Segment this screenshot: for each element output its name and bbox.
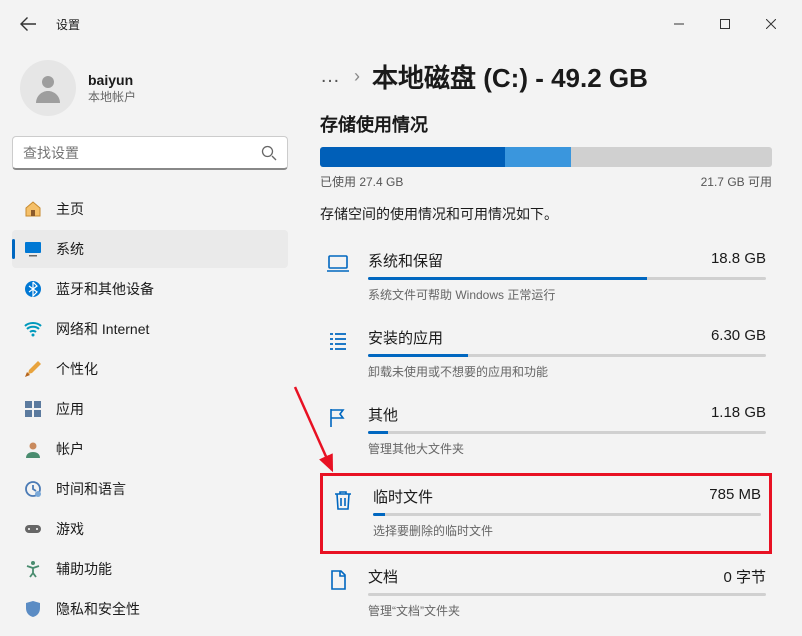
window-buttons bbox=[656, 8, 794, 40]
person-icon bbox=[30, 70, 66, 106]
sidebar-item-label: 帐户 bbox=[56, 439, 84, 459]
storage-list: 系统和保留 18.8 GB 系统文件可帮助 Windows 正常运行 安装的应用 6… bbox=[320, 240, 772, 636]
search-input[interactable] bbox=[23, 145, 261, 161]
storage-item-system[interactable]: 系统和保留 18.8 GB 系统文件可帮助 Windows 正常运行 bbox=[320, 240, 772, 317]
sidebar-item-gaming[interactable]: 游戏 bbox=[12, 510, 288, 548]
sidebar-item-network[interactable]: 网络和 Internet bbox=[12, 310, 288, 348]
apps-icon bbox=[24, 400, 42, 418]
usage-segment-other bbox=[505, 147, 571, 167]
back-button[interactable] bbox=[8, 4, 48, 44]
sidebar-item-label: 网络和 Internet bbox=[56, 319, 149, 339]
minimize-icon bbox=[674, 19, 684, 29]
sidebar-item-system[interactable]: 系统 bbox=[12, 230, 288, 268]
account-icon bbox=[24, 440, 42, 458]
storage-item-documents[interactable]: 文档 0 字节 管理“文档”文件夹 bbox=[320, 556, 772, 633]
storage-sub: 管理其他大文件夹 bbox=[368, 440, 766, 457]
highlight-box: 临时文件 785 MB 选择要删除的临时文件 bbox=[320, 473, 772, 554]
close-button[interactable] bbox=[748, 8, 794, 40]
storage-bar bbox=[368, 354, 766, 357]
titlebar: 设置 bbox=[0, 0, 802, 48]
sidebar-item-bluetooth[interactable]: 蓝牙和其他设备 bbox=[12, 270, 288, 308]
storage-usage-bar bbox=[320, 147, 772, 167]
bluetooth-icon bbox=[24, 280, 42, 298]
sidebar-item-label: 时间和语言 bbox=[56, 479, 126, 499]
laptop-icon bbox=[326, 252, 350, 276]
storage-sub: 选择要删除的临时文件 bbox=[373, 522, 761, 539]
storage-label: 安装的应用 bbox=[368, 327, 443, 348]
storage-size: 6.30 GB bbox=[711, 327, 766, 348]
storage-item-other[interactable]: 其他 1.18 GB 管理其他大文件夹 bbox=[320, 394, 772, 471]
back-arrow-icon bbox=[20, 16, 36, 32]
username: baiyun bbox=[88, 72, 136, 88]
section-heading: 存储使用情况 bbox=[320, 111, 772, 137]
storage-item-apps[interactable]: 安装的应用 6.30 GB 卸载未使用或不想要的应用和功能 bbox=[320, 317, 772, 394]
sidebar-item-time[interactable]: 时间和语言 bbox=[12, 470, 288, 508]
sidebar-item-home[interactable]: 主页 bbox=[12, 190, 288, 228]
sidebar-item-personalize[interactable]: 个性化 bbox=[12, 350, 288, 388]
minimize-button[interactable] bbox=[656, 8, 702, 40]
used-label: 已使用 27.4 GB bbox=[320, 173, 403, 190]
sidebar: baiyun 本地帐户 主页 系统 蓝牙和其他设备 网络和 Inte bbox=[0, 48, 300, 636]
storage-size: 1.18 GB bbox=[711, 404, 766, 425]
storage-bar bbox=[368, 277, 766, 280]
search-box[interactable] bbox=[12, 136, 288, 170]
storage-sub: 管理“文档”文件夹 bbox=[368, 602, 766, 619]
user-subtitle: 本地帐户 bbox=[88, 88, 136, 105]
storage-sub: 卸载未使用或不想要的应用和功能 bbox=[368, 363, 766, 380]
sidebar-item-accessibility[interactable]: 辅助功能 bbox=[12, 550, 288, 588]
shield-icon bbox=[24, 600, 42, 618]
storage-bar bbox=[368, 431, 766, 434]
storage-bar bbox=[373, 513, 761, 516]
system-icon bbox=[24, 240, 42, 258]
profile-block[interactable]: baiyun 本地帐户 bbox=[12, 48, 288, 136]
search-icon bbox=[261, 145, 277, 161]
maximize-icon bbox=[720, 19, 730, 29]
storage-sub: 系统文件可帮助 Windows 正常运行 bbox=[368, 286, 766, 303]
free-label: 21.7 GB 可用 bbox=[701, 173, 772, 190]
flag-icon bbox=[326, 406, 350, 430]
storage-label: 其他 bbox=[368, 404, 398, 425]
sidebar-item-privacy[interactable]: 隐私和安全性 bbox=[12, 590, 288, 628]
storage-size: 18.8 GB bbox=[711, 250, 766, 271]
app-title: 设置 bbox=[56, 16, 80, 33]
sidebar-item-label: 主页 bbox=[56, 199, 84, 219]
breadcrumb-overflow[interactable]: … bbox=[320, 65, 342, 88]
storage-label: 文档 bbox=[368, 566, 398, 587]
storage-size: 785 MB bbox=[709, 486, 761, 507]
sidebar-item-label: 游戏 bbox=[56, 519, 84, 539]
sidebar-item-apps[interactable]: 应用 bbox=[12, 390, 288, 428]
usage-segment-main bbox=[320, 147, 505, 167]
usage-labels: 已使用 27.4 GB 21.7 GB 可用 bbox=[320, 173, 772, 190]
avatar bbox=[20, 60, 76, 116]
sidebar-item-label: 蓝牙和其他设备 bbox=[56, 279, 154, 299]
storage-item-temp[interactable]: 临时文件 785 MB 选择要删除的临时文件 bbox=[325, 478, 767, 549]
brush-icon bbox=[24, 360, 42, 378]
wifi-icon bbox=[24, 320, 42, 338]
gaming-icon bbox=[24, 520, 42, 538]
sidebar-item-account[interactable]: 帐户 bbox=[12, 430, 288, 468]
accessibility-icon bbox=[24, 560, 42, 578]
storage-size: 0 字节 bbox=[723, 566, 766, 587]
breadcrumb: … › 本地磁盘 (C:) - 49.2 GB bbox=[320, 58, 772, 95]
sidebar-nav: 主页 系统 蓝牙和其他设备 网络和 Internet 个性化 应用 bbox=[12, 190, 288, 628]
document-icon bbox=[326, 568, 350, 592]
list-icon bbox=[326, 329, 350, 353]
sidebar-item-label: 个性化 bbox=[56, 359, 98, 379]
description: 存储空间的使用情况和可用情况如下。 bbox=[320, 204, 772, 224]
page-title: 本地磁盘 (C:) - 49.2 GB bbox=[372, 58, 648, 95]
storage-bar bbox=[368, 593, 766, 596]
storage-label: 系统和保留 bbox=[368, 250, 443, 271]
sidebar-item-label: 应用 bbox=[56, 399, 84, 419]
storage-label: 临时文件 bbox=[373, 486, 433, 507]
sidebar-item-label: 隐私和安全性 bbox=[56, 599, 140, 619]
close-icon bbox=[766, 19, 776, 29]
sidebar-item-label: 辅助功能 bbox=[56, 559, 112, 579]
main-content: … › 本地磁盘 (C:) - 49.2 GB 存储使用情况 已使用 27.4 … bbox=[300, 48, 802, 636]
trash-icon bbox=[331, 488, 355, 512]
clock-icon bbox=[24, 480, 42, 498]
home-icon bbox=[24, 200, 42, 218]
chevron-right-icon: › bbox=[354, 66, 360, 87]
maximize-button[interactable] bbox=[702, 8, 748, 40]
sidebar-item-label: 系统 bbox=[56, 239, 84, 259]
